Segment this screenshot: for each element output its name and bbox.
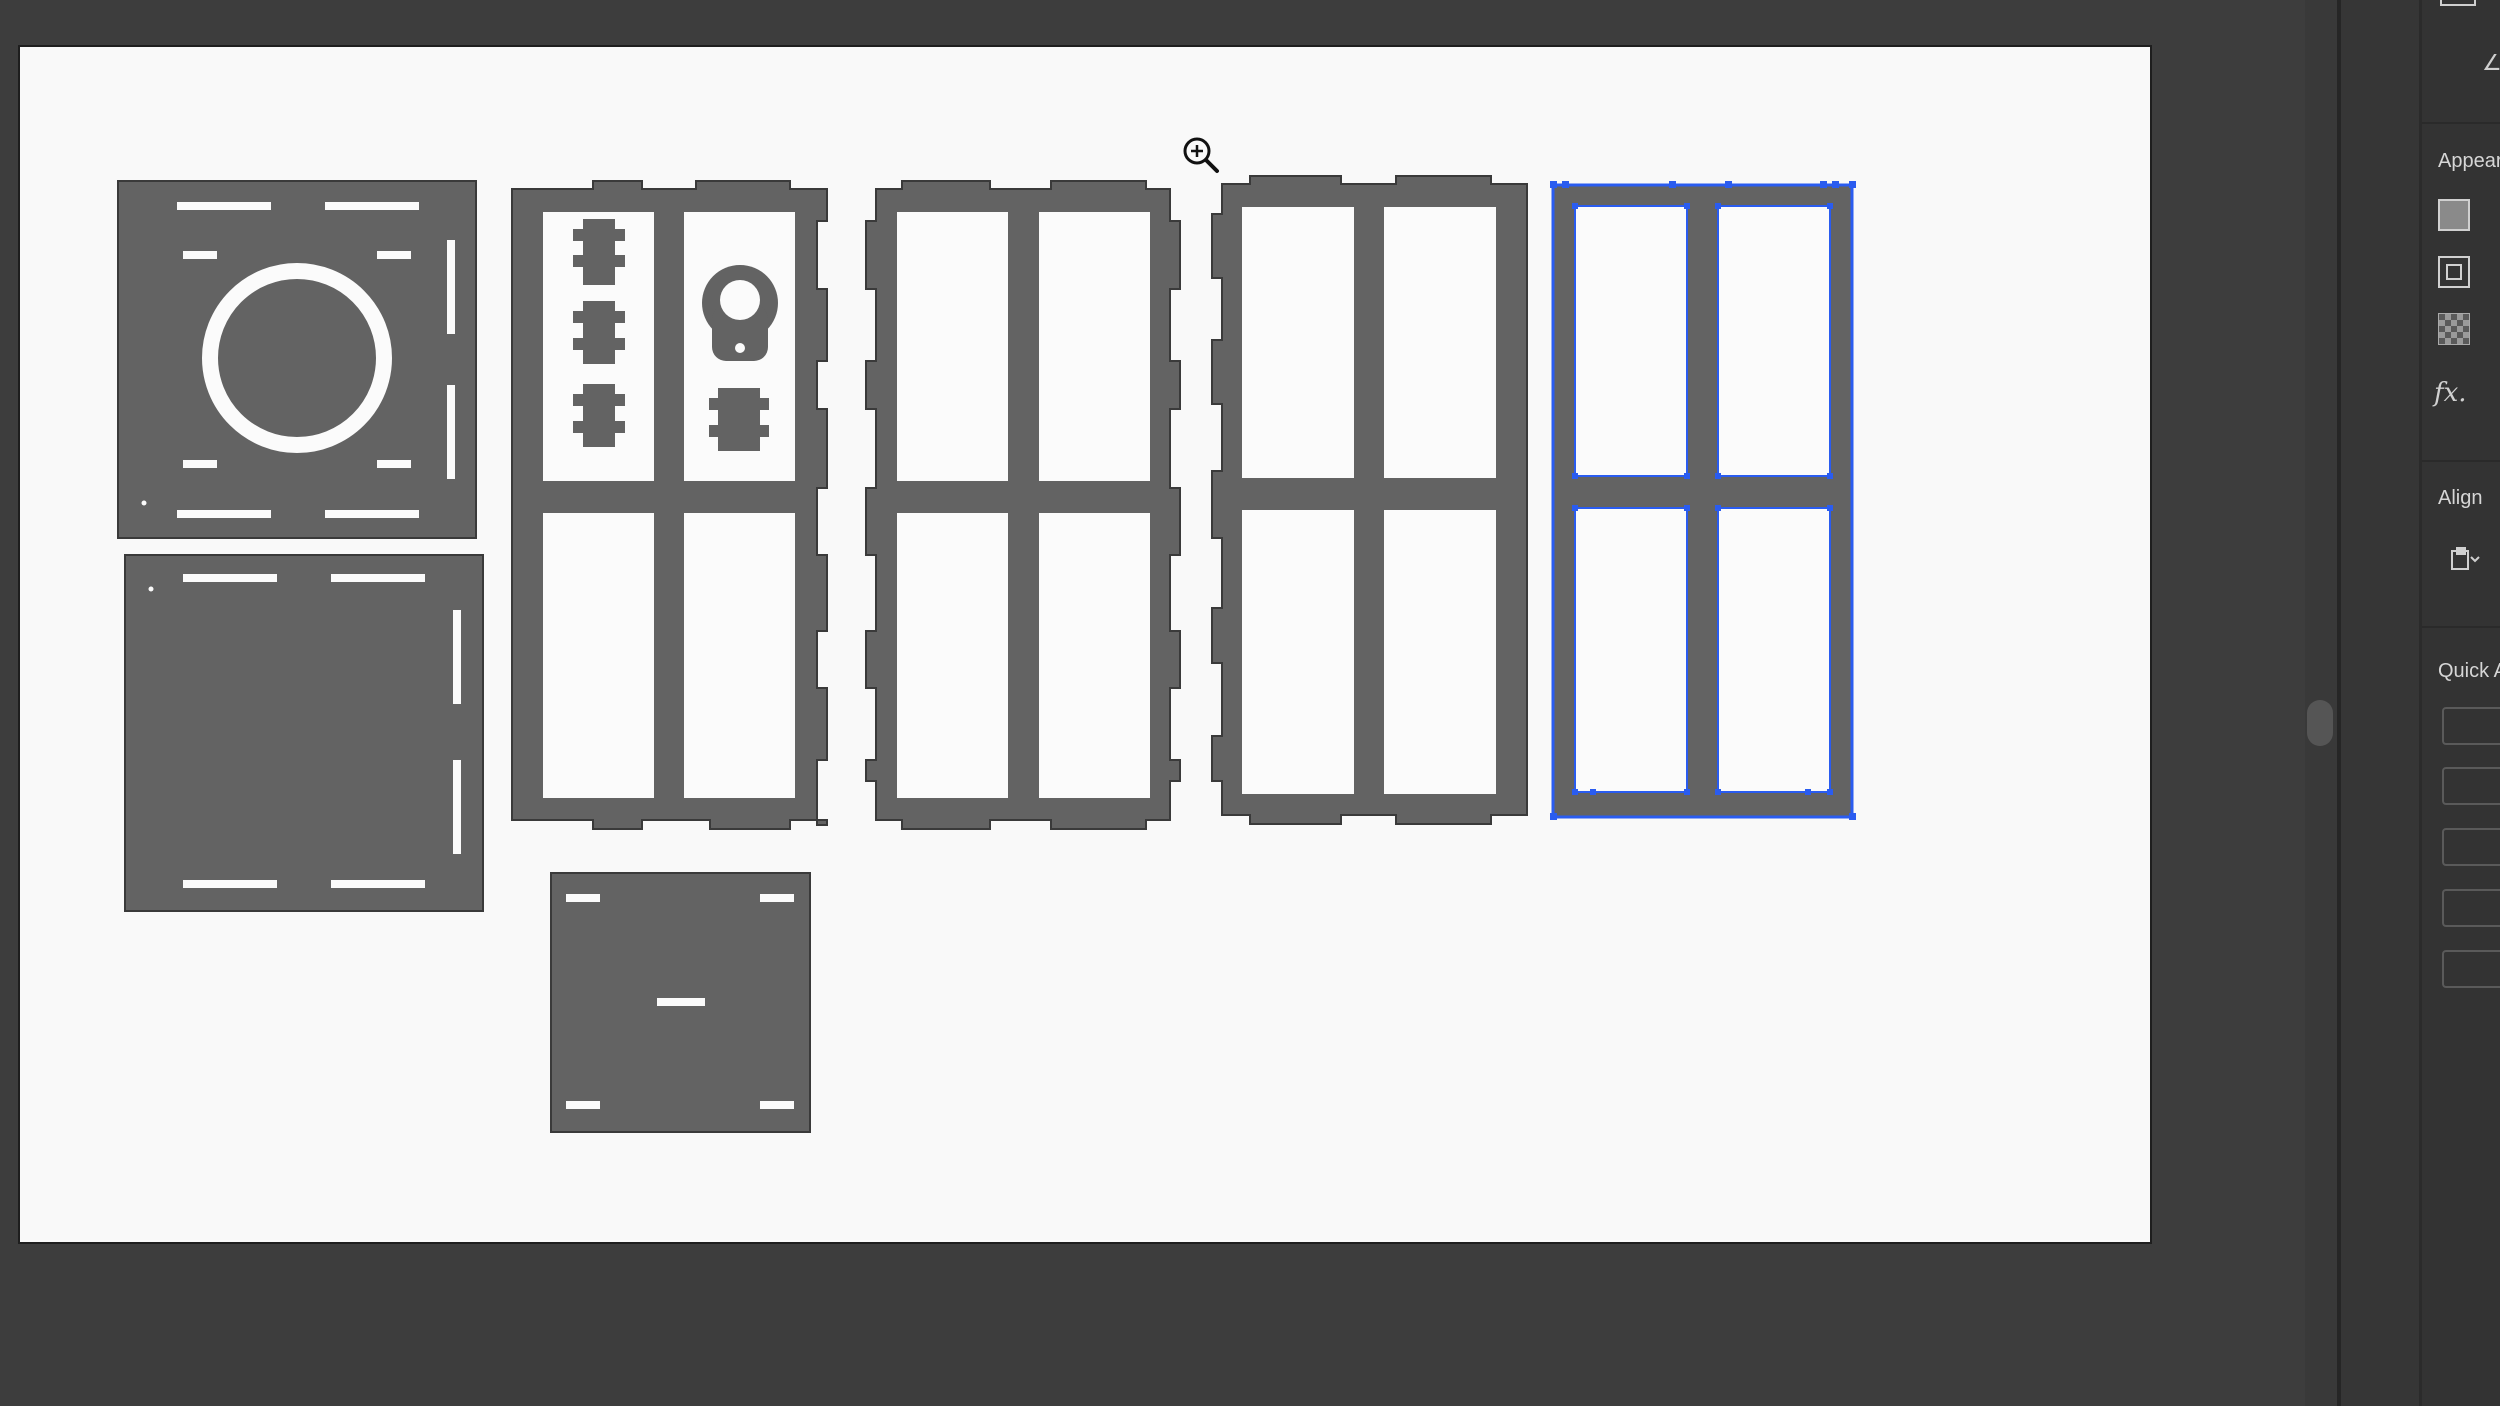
panel-dock-gap [2341, 0, 2419, 1406]
align-to-artboard-icon[interactable] [2450, 545, 2480, 571]
chevron-down-icon [2470, 556, 2480, 563]
scrollbar-thumb[interactable] [2307, 700, 2333, 746]
align-title: Align [2438, 487, 2483, 509]
part-frame-2[interactable] [865, 180, 1181, 830]
quick-action-button[interactable] [2442, 889, 2500, 927]
properties-panel: ∠ Appear fx. Align Quick A [2422, 0, 2500, 1406]
part-frame-selected[interactable] [1550, 181, 1856, 820]
transform-icon[interactable] [2440, 0, 2476, 6]
quick-action-button[interactable] [2442, 707, 2500, 745]
part-panel-plain[interactable] [124, 554, 484, 912]
section-divider [2422, 122, 2500, 124]
appearance-title: Appear [2438, 150, 2500, 172]
angle-icon[interactable]: ∠ [2482, 50, 2500, 76]
part-panel-small[interactable] [550, 872, 811, 1133]
section-divider [2422, 626, 2500, 628]
fx-icon[interactable]: fx. [2434, 378, 2467, 408]
stroke-swatch-icon[interactable] [2438, 256, 2470, 288]
fill-swatch-icon[interactable] [2438, 199, 2470, 231]
zoom-in-icon [1183, 137, 1219, 173]
part-frame-3[interactable] [1211, 175, 1528, 825]
part-frame-connectors[interactable] [511, 180, 828, 830]
quick-action-button[interactable] [2442, 767, 2500, 805]
quick-actions-title: Quick A [2438, 660, 2500, 682]
opacity-icon[interactable] [2438, 313, 2470, 345]
quick-action-button[interactable] [2442, 950, 2500, 988]
artwork-layer [117, 137, 1856, 1133]
quick-action-button[interactable] [2442, 828, 2500, 866]
part-panel-circle[interactable] [117, 180, 477, 539]
section-divider [2422, 460, 2500, 462]
